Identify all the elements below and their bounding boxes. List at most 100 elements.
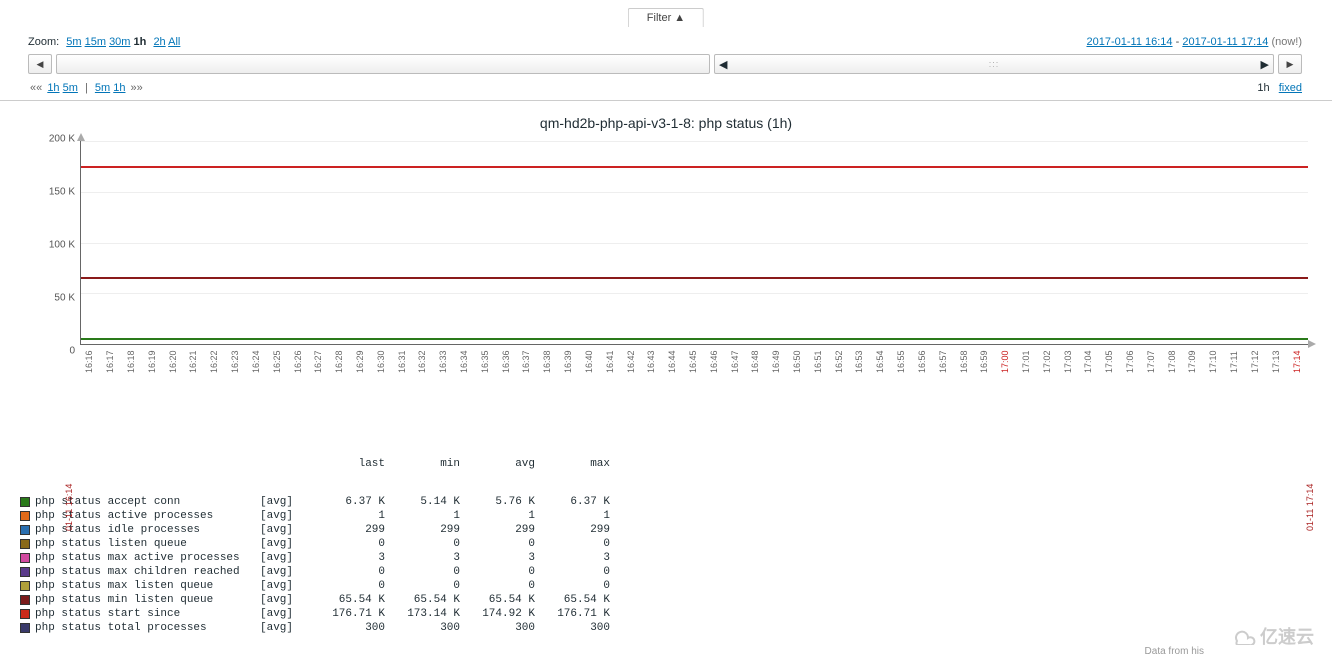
legend-min: 0 [385,538,460,550]
chart-title: qm-hd2b-php-api-v3-1-8: php status (1h) [10,115,1322,131]
ytick-150k: 150 K [49,187,75,198]
legend-agg: [avg] [260,580,310,592]
legend-name: php status max listen queue [35,580,260,592]
xtick: 16:20 [163,355,184,425]
xtick: 16:54 [871,355,892,425]
xtick: 16:33 [434,355,455,425]
timerange-end[interactable]: 2017-01-11 17:14 [1182,36,1268,48]
xtick: 16:21 [184,355,205,425]
xtick: 17:08 [1162,355,1183,425]
xtick: 16:43 [642,355,663,425]
zoom-2h[interactable]: 2h [153,36,165,48]
timeline-bar[interactable] [56,54,710,74]
timerange-now: (now!) [1271,36,1302,48]
legend-min: 65.54 K [385,594,460,606]
step-back-controls: «« 1h 5m | 5m 1h »» [28,82,145,94]
legend-swatch-icon [20,539,30,549]
legend-avg: 5.76 K [460,496,535,508]
xtick: 16:23 [226,355,247,425]
xtick: 16:44 [663,355,684,425]
xtick: 16:41 [600,355,621,425]
nav-prev-button[interactable]: ◀ [28,54,52,74]
time-range: 2017-01-11 16:14 - 2017-01-11 17:14 (now… [1086,36,1302,48]
x-range-start: 01-11 16:14 [64,484,74,531]
xtick: 17:05 [1100,355,1121,425]
legend-swatch-icon [20,609,30,619]
filter-toggle[interactable]: Filter ▲ [628,8,704,27]
step-fwd-5m[interactable]: 5m [95,82,110,94]
controls-bar: Filter ▲ Zoom: 5m 15m 30m 1h 2h All 2017… [0,0,1332,101]
xtick: 16:51 [808,355,829,425]
xtick: 16:30 [371,355,392,425]
step-back-5m[interactable]: 5m [63,82,78,94]
legend-swatch-icon [20,525,30,535]
step-fwd-1h[interactable]: 1h [113,82,125,94]
legend-min: 3 [385,552,460,564]
xtick: 17:14 [1287,355,1308,425]
legend-min: 5.14 K [385,496,460,508]
zoom-5m[interactable]: 5m [66,36,81,48]
xtick: 17:07 [1141,355,1162,425]
legend-name: php status start since [35,608,260,620]
legend-max: 176.71 K [535,608,610,620]
legend-last: 0 [310,580,385,592]
legend-name: php status listen queue [35,538,260,550]
legend-max: 300 [535,622,610,634]
y-axis-arrow-icon [77,133,85,141]
legend-min: 299 [385,524,460,536]
slider-right-icon: ▶ [1261,58,1269,71]
legend-row: php status accept conn[avg]6.37 K5.14 K5… [20,495,1322,509]
legend-avg: 0 [460,538,535,550]
legend-last: 1 [310,510,385,522]
x-range-end: 01-11 17:14 [1305,484,1315,531]
nav-next-button[interactable]: ▶ [1278,54,1302,74]
legend-avg: 1 [460,510,535,522]
legend-swatch-icon [20,553,30,563]
xtick: 17:06 [1121,355,1142,425]
xtick: 16:42 [621,355,642,425]
xtick: 16:38 [538,355,559,425]
zoom-controls: Zoom: 5m 15m 30m 1h 2h All [28,36,180,48]
legend-last: 300 [310,622,385,634]
timerange-start[interactable]: 2017-01-11 16:14 [1086,36,1172,48]
zoom-30m[interactable]: 30m [109,36,130,48]
legend-swatch-icon [20,511,30,521]
xtick: 17:11 [1225,355,1246,425]
xtick: 16:40 [580,355,601,425]
xtick: 16:48 [746,355,767,425]
slider-grip-icon: ::: [989,59,1000,69]
step-back-1h[interactable]: 1h [47,82,59,94]
legend-last: 0 [310,538,385,550]
xtick: 17:01 [1017,355,1038,425]
legend-row: php status idle processes[avg]2992992992… [20,523,1322,537]
zoom-15m[interactable]: 15m [85,36,106,48]
xtick: 16:45 [684,355,705,425]
xtick: 17:00 [996,355,1017,425]
legend-avg: 3 [460,552,535,564]
zoom-1h[interactable]: 1h [134,36,147,48]
fixed-link[interactable]: fixed [1279,82,1302,94]
legend-max: 0 [535,538,610,550]
zoom-all[interactable]: All [168,36,180,48]
y-axis: 200 K 150 K 100 K 50 K 0 [20,135,75,355]
xtick: 16:59 [975,355,996,425]
legend-row: php status start since[avg]176.71 K173.1… [20,607,1322,621]
legend-max: 0 [535,566,610,578]
legend-swatch-icon [20,623,30,633]
legend-name: php status max children reached [35,566,260,578]
legend-agg: [avg] [260,510,310,522]
legend-agg: [avg] [260,566,310,578]
legend-agg: [avg] [260,538,310,550]
xtick: 17:09 [1183,355,1204,425]
xtick: 16:56 [913,355,934,425]
legend-agg: [avg] [260,524,310,536]
timeline-slider[interactable]: ◀ ::: ▶ [714,54,1274,74]
xtick: 16:31 [392,355,413,425]
legend-max: 65.54 K [535,594,610,606]
ytick-50k: 50 K [54,292,75,303]
legend-min: 173.14 K [385,608,460,620]
legend-max: 299 [535,524,610,536]
legend-last: 6.37 K [310,496,385,508]
legend-min: 0 [385,580,460,592]
legend-row: php status active processes[avg]1111 [20,509,1322,523]
